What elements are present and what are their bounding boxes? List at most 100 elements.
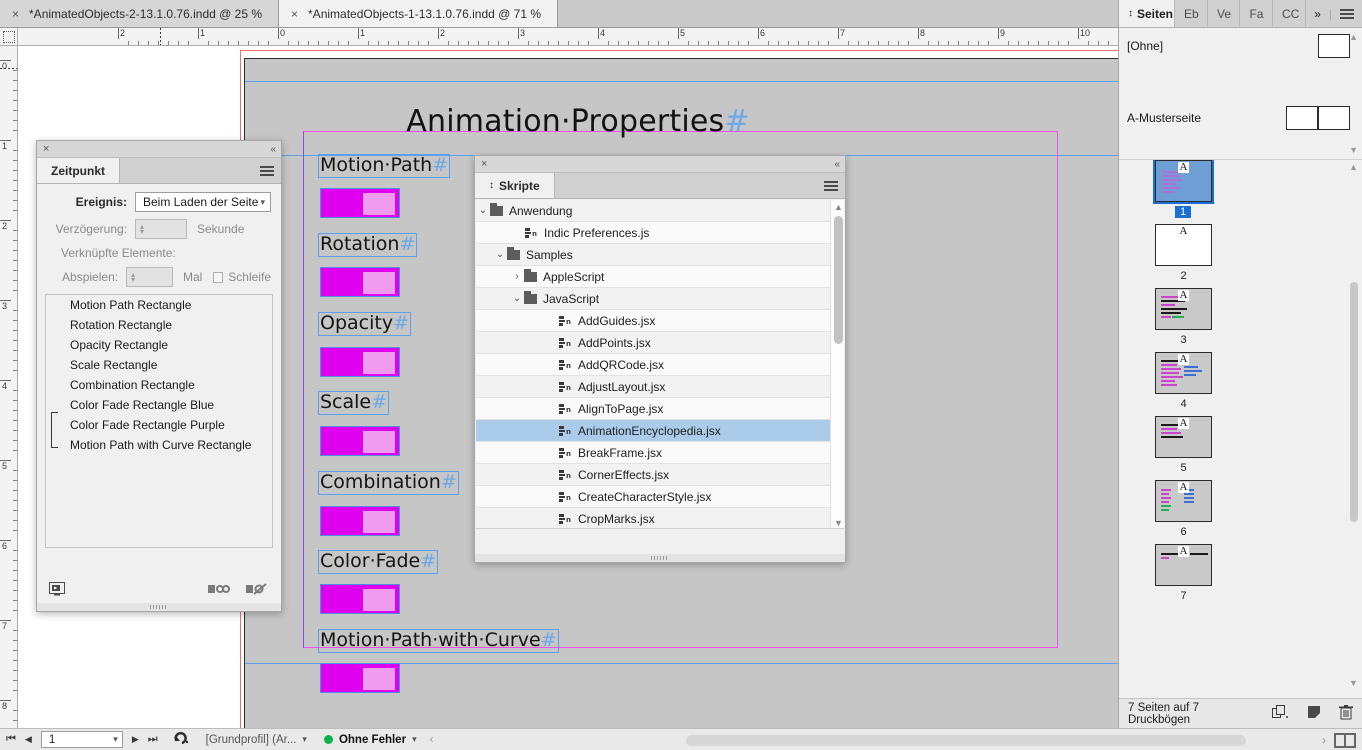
script-row[interactable]: n AddQRCode.jsx: [476, 354, 844, 376]
script-row[interactable]: n CropMarks.jsx: [476, 508, 844, 530]
chevron-down-icon[interactable]: ▾: [412, 734, 417, 745]
page-thumbnail[interactable]: A: [1155, 352, 1212, 394]
close-icon[interactable]: ×: [43, 143, 49, 155]
section-heading-combination[interactable]: Combination#: [318, 471, 459, 495]
animated-rectangle-motion-path[interactable]: [320, 188, 400, 218]
new-page-icon[interactable]: [1307, 705, 1321, 722]
ruler-origin-button[interactable]: [0, 28, 18, 46]
page-number-label[interactable]: 4: [1155, 398, 1212, 410]
page-thumbnail[interactable]: A: [1153, 160, 1214, 204]
page-number-label[interactable]: 6: [1155, 526, 1212, 538]
script-row[interactable]: n AddPoints.jsx: [476, 332, 844, 354]
horizontal-scrollbar[interactable]: [686, 735, 1246, 746]
script-row[interactable]: n Indic Preferences.js: [476, 222, 844, 244]
page-thumbnail[interactable]: A: [1155, 480, 1212, 522]
collapse-icon[interactable]: «: [834, 159, 839, 170]
section-heading-color-fade[interactable]: Color·Fade#: [318, 550, 439, 574]
section-heading-motion-path-curve[interactable]: Motion·Path·with·Curve#: [318, 629, 559, 653]
list-item[interactable]: Combination Rectangle: [46, 375, 272, 395]
more-tabs-icon[interactable]: »: [1314, 7, 1321, 21]
page-number-label[interactable]: 1: [1175, 206, 1191, 218]
document-tab-1[interactable]: × *AnimatedObjects-2-13.1.0.76.indd @ 25…: [0, 0, 279, 27]
list-item[interactable]: Rotation Rectangle: [46, 315, 272, 335]
panel-menu-icon[interactable]: [824, 180, 838, 191]
new-master-icon[interactable]: [1272, 705, 1289, 722]
panel-menu-icon[interactable]: [260, 165, 274, 176]
scrollbar-thumb[interactable]: [834, 216, 843, 344]
animated-rectangle-opacity[interactable]: [320, 347, 400, 377]
script-row[interactable]: n CornerEffects.jsx: [476, 464, 844, 486]
chevron-down-icon[interactable]: ▾: [113, 734, 118, 745]
document-tab-2[interactable]: × *AnimatedObjects-1-13.1.0.76.indd @ 71…: [279, 0, 558, 27]
script-row[interactable]: ⌄ JavaScript: [476, 288, 844, 310]
unlink-animations-icon[interactable]: [245, 582, 269, 599]
spinner-icon[interactable]: ▴ ▾: [140, 223, 144, 236]
page-title[interactable]: Animation·Properties#: [278, 104, 878, 139]
vertical-ruler[interactable]: 0 1 2 3 4 5 6 7 8: [0, 46, 18, 728]
chevron-down-icon[interactable]: ⌄: [510, 293, 524, 304]
close-icon[interactable]: ×: [481, 158, 487, 170]
link-animations-icon[interactable]: [207, 582, 231, 599]
scroll-down-icon[interactable]: ▼: [834, 518, 843, 528]
preview-spread-icon[interactable]: [49, 581, 65, 599]
scroll-down-icon[interactable]: ▼: [1349, 145, 1358, 155]
list-item[interactable]: Motion Path with Curve Rectangle: [46, 435, 272, 455]
master-pages-area[interactable]: [Ohne] A-Musterseite ▲ ▼: [1119, 28, 1362, 160]
panel-resize-grip[interactable]: [475, 554, 845, 562]
dock-tab-verknuepfungen[interactable]: Ve: [1208, 0, 1241, 27]
close-icon[interactable]: ×: [12, 8, 19, 20]
chevron-down-icon[interactable]: ▾: [302, 734, 307, 745]
scripts-panel-titlebar[interactable]: × «: [475, 156, 845, 173]
panel-menu-icon[interactable]: [1340, 8, 1354, 19]
list-item[interactable]: Opacity Rectangle: [46, 335, 272, 355]
rotate-spread-icon[interactable]: [173, 731, 189, 748]
page-thumbnail[interactable]: A: [1155, 224, 1212, 266]
scroll-down-icon[interactable]: ▼: [1349, 678, 1358, 688]
timing-panel[interactable]: × « Zeitpunkt Ereignis: Beim Laden der S…: [36, 140, 282, 612]
pages-scrollbar[interactable]: ▲ ▼: [1348, 162, 1360, 688]
split-layout-icon[interactable]: [1334, 733, 1356, 748]
spinner-icon[interactable]: ▴ ▾: [131, 271, 135, 284]
master-row-a[interactable]: A-Musterseite: [1119, 100, 1362, 136]
section-heading-scale[interactable]: Scale#: [318, 391, 390, 415]
page-number-label[interactable]: 2: [1155, 270, 1212, 282]
script-row[interactable]: n AdjustLayout.jsx: [476, 376, 844, 398]
page-number-label[interactable]: 5: [1155, 462, 1212, 474]
collapse-statusbar-icon[interactable]: ‹: [430, 734, 434, 746]
first-page-icon[interactable]: ⏮: [6, 733, 16, 746]
chevron-down-icon[interactable]: ⌄: [493, 249, 507, 260]
event-select[interactable]: Beim Laden der Seite ▾: [135, 192, 271, 212]
script-row[interactable]: n AlignToPage.jsx: [476, 398, 844, 420]
close-icon[interactable]: ×: [291, 8, 298, 20]
animated-rectangle-rotation[interactable]: [320, 267, 400, 297]
script-row[interactable]: n BreakFrame.jsx: [476, 442, 844, 464]
list-item[interactable]: Scale Rectangle: [46, 355, 272, 375]
script-row[interactable]: n AddGuides.jsx: [476, 310, 844, 332]
animated-rectangle-color-fade[interactable]: [320, 584, 400, 614]
dock-tab-cc[interactable]: CC: [1273, 0, 1307, 27]
script-row[interactable]: ⌄ Samples: [476, 244, 844, 266]
section-heading-opacity[interactable]: Opacity#: [318, 312, 411, 336]
tab-zeitpunkt[interactable]: Zeitpunkt: [37, 158, 120, 183]
dock-tab-seiten[interactable]: ↕ Seiten: [1119, 0, 1175, 27]
chevron-right-icon[interactable]: ›: [510, 271, 524, 282]
page-thumbnail[interactable]: A: [1155, 544, 1212, 586]
scroll-up-icon[interactable]: ▲: [1349, 162, 1358, 172]
scripts-tree[interactable]: ⌄ Anwendung n Indic Preferences.js ⌄ Samples ›…: [476, 200, 844, 530]
list-item[interactable]: Motion Path Rectangle: [46, 295, 272, 315]
chevron-down-icon[interactable]: ⌄: [476, 205, 490, 216]
list-item[interactable]: Color Fade Rectangle Blue: [46, 395, 272, 415]
master-row-none[interactable]: [Ohne]: [1119, 28, 1362, 64]
loop-checkbox[interactable]: [213, 271, 224, 283]
scroll-up-icon[interactable]: ▲: [834, 202, 843, 212]
section-heading-motion-path[interactable]: Motion·Path#: [318, 154, 451, 178]
list-item[interactable]: Color Fade Rectangle Purple: [46, 415, 272, 435]
tab-skripte[interactable]: ↕ Skripte: [475, 173, 555, 198]
page-thumbnail[interactable]: A: [1155, 288, 1212, 330]
page-thumbnail[interactable]: A: [1155, 416, 1212, 458]
animated-rectangle-motion-path-curve[interactable]: [320, 663, 400, 693]
play-count-stepper[interactable]: ▴ ▾: [126, 267, 173, 287]
last-page-icon[interactable]: ⏭: [148, 733, 158, 746]
expand-statusbar-icon[interactable]: ›: [1322, 735, 1326, 747]
page-thumbnails-list[interactable]: A 1 A 2 A 3 A 4 A 5 A 6 A 7: [1119, 160, 1347, 690]
